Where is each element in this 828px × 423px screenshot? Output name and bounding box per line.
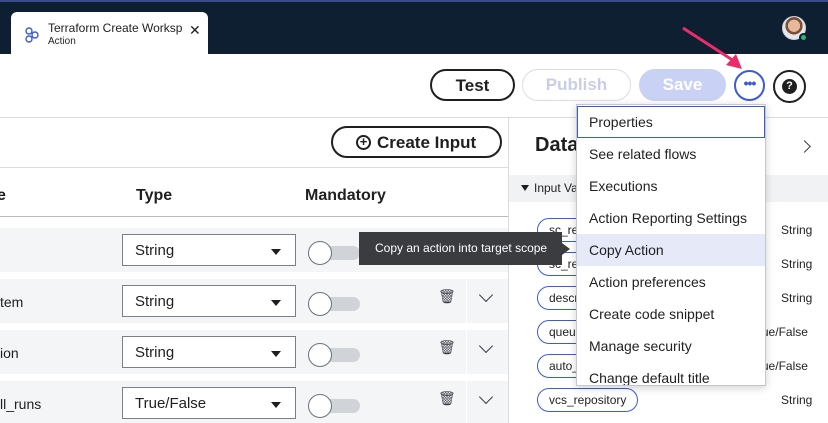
help-icon: ? xyxy=(782,79,797,94)
row-divider xyxy=(466,279,467,323)
menu-item-executions[interactable]: Executions xyxy=(577,170,765,202)
mandatory-toggle[interactable] xyxy=(308,343,360,367)
mandatory-toggle[interactable] xyxy=(308,241,360,265)
tab-subtitle: Action xyxy=(48,36,76,47)
section-label: Input Va xyxy=(534,181,578,195)
close-icon[interactable]: ✕ xyxy=(189,23,201,37)
column-header-mandatory: Mandatory xyxy=(305,187,386,204)
type-select[interactable]: String xyxy=(122,285,296,317)
variable-type: String xyxy=(781,257,813,271)
menu-item-see-related-flows[interactable]: See related flows xyxy=(577,138,765,170)
type-select[interactable]: True/False xyxy=(122,387,296,419)
menu-item-action-preferences[interactable]: Action preferences xyxy=(577,266,765,298)
app-window: Terraform Create Workspace Action ✕ Test… xyxy=(0,0,828,423)
caret-down-icon xyxy=(271,351,281,357)
caret-down-icon xyxy=(271,402,281,408)
caret-down-icon xyxy=(271,300,281,306)
more-options-menu: Properties See related flows Executions … xyxy=(576,104,766,386)
tab-terraform-create-workspace[interactable]: Terraform Create Workspace Action ✕ xyxy=(11,12,208,56)
menu-item-change-default-title[interactable]: Change default title xyxy=(577,362,765,385)
plus-circle-icon: + xyxy=(356,135,371,150)
caret-down-icon xyxy=(271,249,281,255)
flow-nodes-icon xyxy=(25,27,39,43)
column-header-type: Type xyxy=(136,187,173,204)
input-name: tem xyxy=(0,294,24,310)
row-divider xyxy=(466,330,467,374)
menu-item-create-code-snippet[interactable]: Create code snippet xyxy=(577,298,765,330)
menu-item-copy-action[interactable]: Copy Action xyxy=(577,234,765,266)
table-header-divider xyxy=(0,216,508,217)
table-top-divider xyxy=(0,167,508,168)
create-input-button[interactable]: + Create Input xyxy=(331,126,502,158)
more-icon: ••• xyxy=(743,75,757,91)
annotation-arrow-icon xyxy=(682,26,742,69)
type-select[interactable]: String xyxy=(122,336,296,368)
column-header-name: e xyxy=(0,187,6,204)
menu-item-manage-security[interactable]: Manage security xyxy=(577,330,765,362)
mandatory-toggle[interactable] xyxy=(308,292,360,316)
variable-pill[interactable]: vcs_repository xyxy=(537,388,639,412)
row-divider xyxy=(466,381,467,423)
publish-button[interactable]: Publish xyxy=(522,69,631,101)
chevron-right-icon[interactable] xyxy=(798,140,811,153)
trash-icon[interactable]: 🗑 xyxy=(438,288,456,305)
input-name: ll_runs xyxy=(0,396,42,412)
tooltip: Copy an action into target scope xyxy=(359,232,562,265)
trash-icon[interactable]: 🗑 xyxy=(438,390,456,407)
trash-icon[interactable]: 🗑 xyxy=(438,339,456,356)
panel-divider xyxy=(508,118,509,423)
type-select[interactable]: String xyxy=(122,234,296,266)
menu-item-properties[interactable]: Properties xyxy=(577,106,765,138)
variable-type: String xyxy=(781,393,813,407)
menu-item-action-reporting-settings[interactable]: Action Reporting Settings xyxy=(577,202,765,234)
input-name: ion xyxy=(0,345,19,361)
variable-type: String xyxy=(781,291,813,305)
mandatory-toggle[interactable] xyxy=(308,394,360,418)
data-panel-title: Data xyxy=(535,134,579,156)
help-button[interactable]: ? xyxy=(773,70,806,103)
test-button[interactable]: Test xyxy=(430,69,515,101)
tooltip-pointer xyxy=(562,243,570,255)
variable-type: String xyxy=(781,223,813,237)
online-status-dot xyxy=(799,33,808,42)
caret-down-icon xyxy=(521,185,529,191)
tab-title: Terraform Create Workspace xyxy=(48,21,183,35)
